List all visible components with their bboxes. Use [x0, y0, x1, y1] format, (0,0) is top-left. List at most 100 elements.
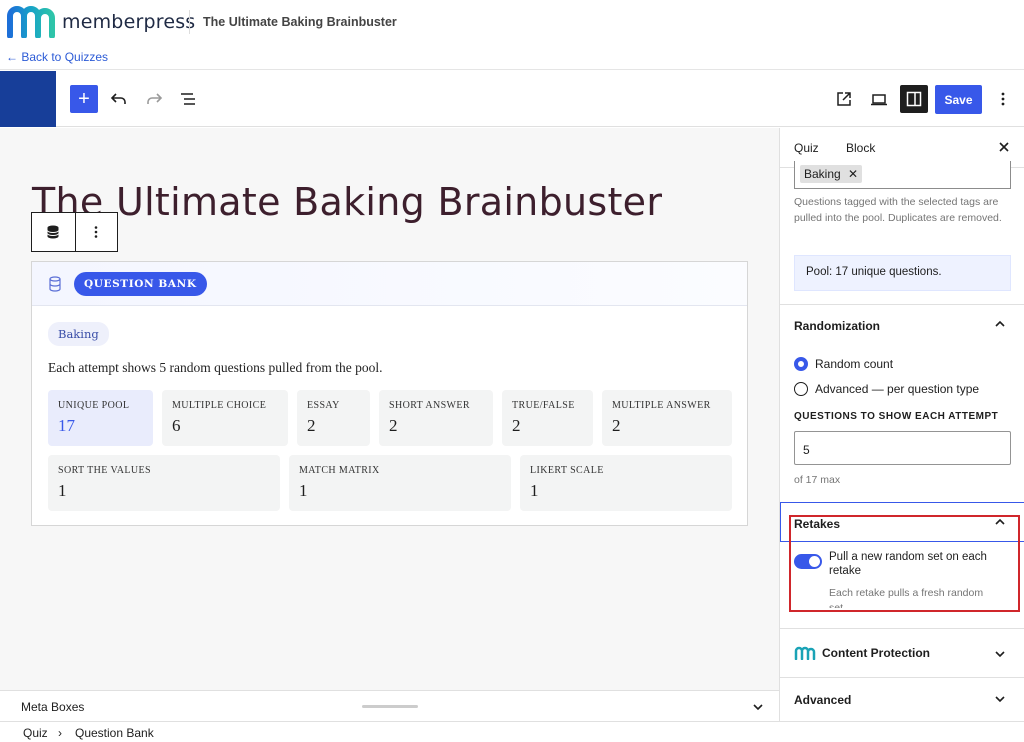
pool-notice: Pool: 17 unique questions. [794, 255, 1011, 291]
content-protection-panel[interactable]: Content Protection [794, 646, 930, 660]
tab-quiz[interactable]: Quiz [794, 141, 819, 155]
chevron-down-icon[interactable] [750, 699, 766, 715]
settings-panel-toggle[interactable] [900, 85, 928, 113]
stat-card: SHORT ANSWER 2 [379, 390, 493, 446]
radio-button[interactable] [794, 357, 808, 371]
settings-sidebar: Quiz Block Baking ✕ Questions tagged wit… [779, 128, 1024, 721]
preview-button[interactable] [865, 85, 893, 113]
desktop-icon [871, 94, 887, 106]
chevron-down-icon[interactable] [993, 692, 1007, 706]
stat-value: 6 [172, 416, 181, 435]
resize-handle[interactable] [362, 705, 418, 708]
add-block-button[interactable]: + [70, 85, 98, 113]
view-post-button[interactable] [830, 85, 858, 113]
breadcrumb-item-quiz[interactable]: Quiz [23, 726, 48, 740]
radio-advanced[interactable]: Advanced — per question type [794, 382, 979, 396]
site-icon-button[interactable] [0, 71, 56, 127]
question-bank-header: QUESTION BANK [32, 262, 747, 306]
stat-label: UNIQUE POOL [58, 400, 130, 411]
list-view-icon [181, 93, 195, 105]
breadcrumb-separator: › [58, 726, 62, 740]
undo-button[interactable] [105, 85, 133, 113]
editor-canvas[interactable]: The Ultimate Baking Brainbuster QUESTION… [0, 128, 779, 690]
database-icon [47, 225, 60, 239]
editor-toolbar: + Save [0, 71, 1024, 127]
tags-input[interactable]: Baking ✕ [794, 161, 1011, 189]
external-link-icon [837, 92, 851, 106]
stat-value: 1 [299, 481, 308, 500]
questions-count-label: QUESTIONS TO SHOW EACH ATTEMPT [794, 411, 999, 422]
stat-label: MULTIPLE ANSWER [612, 400, 711, 411]
chevron-up-icon[interactable] [993, 317, 1007, 331]
randomization-panel-title[interactable]: Randomization [794, 319, 880, 333]
options-menu-button[interactable] [989, 85, 1017, 113]
retake-toggle-help: Each retake pulls a fresh random set. [829, 587, 984, 608]
block-type-button[interactable] [32, 213, 75, 251]
stat-value: 2 [389, 416, 398, 435]
stat-card: UNIQUE POOL 17 [48, 390, 153, 446]
question-bank-block[interactable]: QUESTION BANK Baking Each attempt shows … [31, 261, 748, 526]
radio-label: Random count [815, 357, 894, 371]
tag-pill: Baking [48, 322, 109, 346]
meta-boxes-bar[interactable]: Meta Boxes [0, 690, 779, 720]
plus-icon: + [78, 87, 90, 110]
content-protection-title: Content Protection [822, 646, 930, 660]
block-toolbar [31, 212, 118, 252]
chevron-down-icon[interactable] [993, 647, 1007, 661]
stat-label: ESSAY [307, 400, 340, 411]
brand-name: memberpress [62, 11, 196, 33]
document-overview-button[interactable] [174, 85, 202, 113]
radio-random-count[interactable]: Random count [794, 357, 893, 371]
retake-toggle[interactable] [794, 554, 822, 569]
radio-label: Advanced — per question type [815, 382, 980, 396]
memberpress-m-icon [7, 6, 55, 38]
stat-value: 2 [612, 416, 621, 435]
memberpress-logo[interactable]: memberpress [6, 6, 195, 38]
database-icon [49, 275, 61, 292]
undo-icon [110, 93, 126, 104]
tab-block[interactable]: Block [846, 141, 875, 155]
remove-tag-icon[interactable]: ✕ [848, 167, 858, 181]
sidebar-icon [906, 91, 922, 107]
stat-card: LIKERT SCALE 1 [520, 455, 732, 511]
questions-count-help: of 17 max [794, 474, 841, 486]
close-icon[interactable] [997, 140, 1011, 154]
save-button[interactable]: Save [935, 85, 982, 114]
breadcrumb-item-question-bank[interactable]: Question Bank [75, 726, 154, 740]
advanced-panel-title[interactable]: Advanced [794, 693, 851, 707]
questions-count-input[interactable]: 5 [794, 431, 1011, 465]
redo-icon [147, 93, 163, 104]
stat-value: 1 [530, 481, 539, 500]
stat-label: MULTIPLE CHOICE [172, 400, 267, 411]
block-options-button[interactable] [74, 213, 118, 251]
stat-card: TRUE/FALSE 2 [502, 390, 593, 446]
tag-chip-label: Baking [804, 167, 841, 181]
tag-chip: Baking ✕ [800, 165, 863, 183]
admin-header: memberpress The Ultimate Baking Brainbus… [0, 0, 1024, 70]
more-vertical-icon [1001, 92, 1005, 106]
stat-label: LIKERT SCALE [530, 465, 604, 476]
attempt-description: Each attempt shows 5 random questions pu… [48, 360, 383, 375]
stat-card: MATCH MATRIX 1 [289, 455, 511, 511]
stat-label: SHORT ANSWER [389, 400, 470, 411]
question-bank-badge: QUESTION BANK [74, 271, 207, 296]
toggle-knob [809, 556, 820, 567]
panel-divider [780, 304, 1024, 305]
stats-row-1: UNIQUE POOL 17 MULTIPLE CHOICE 6 ESSAY 2… [48, 390, 732, 446]
stat-value: 2 [307, 416, 316, 435]
header-divider [189, 10, 190, 34]
radio-button[interactable] [794, 382, 808, 396]
panel-divider [780, 677, 1024, 678]
stat-value: 1 [58, 481, 67, 500]
block-breadcrumb: Quiz › Question Bank [0, 721, 1024, 742]
stats-row-2: SORT THE VALUES 1 MATCH MATRIX 1 LIKERT … [48, 455, 732, 511]
stat-card: MULTIPLE CHOICE 6 [162, 390, 288, 446]
quiz-title[interactable]: The Ultimate Baking Brainbuster [32, 180, 662, 224]
back-to-quizzes-link[interactable]: ← Back to Quizzes [6, 50, 108, 64]
retake-toggle-label: Pull a new random set on each retake [829, 551, 987, 577]
redo-button[interactable] [140, 85, 168, 113]
post-title: The Ultimate Baking Brainbuster [203, 15, 397, 29]
panel-divider [780, 628, 1024, 629]
stat-label: TRUE/FALSE [512, 400, 575, 411]
stat-value: 2 [512, 416, 521, 435]
